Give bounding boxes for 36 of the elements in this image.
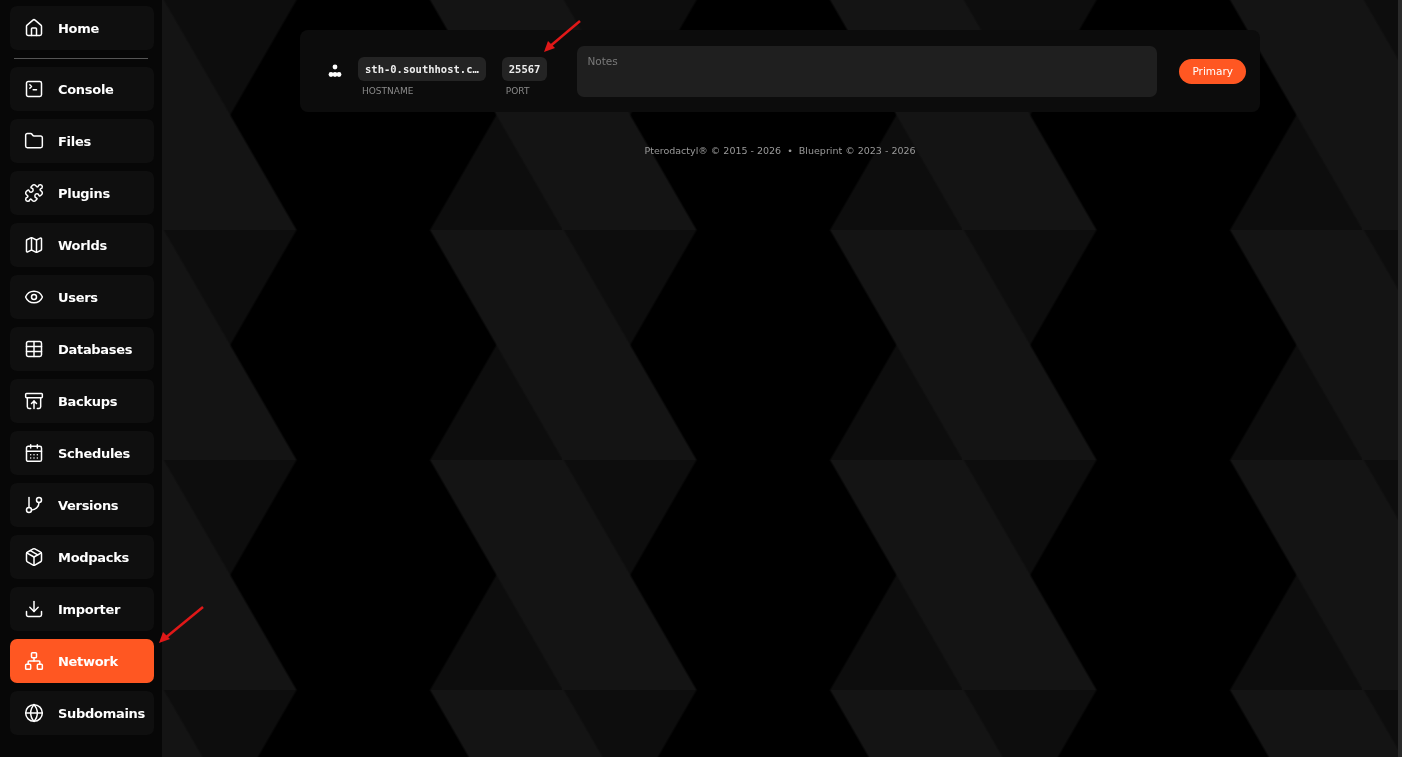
terminal-icon <box>24 79 44 99</box>
table-icon <box>24 339 44 359</box>
port-label: PORT <box>504 85 530 96</box>
archive-icon <box>24 391 44 411</box>
globe-icon <box>24 703 44 723</box>
network-icon <box>328 64 342 78</box>
sidebar-item[interactable]: Files <box>10 119 154 163</box>
hostname-value: sth-0.southhost.c… <box>358 56 486 81</box>
sidebar-item[interactable]: Home <box>10 6 154 50</box>
network-icon <box>24 651 44 671</box>
sidebar-item[interactable]: Console <box>10 67 154 111</box>
port-value: 25567 <box>501 56 548 81</box>
sidebar-item[interactable]: Importer <box>10 587 154 631</box>
house-icon <box>24 18 44 38</box>
sidebar-item[interactable]: Users <box>10 275 154 319</box>
sidebar-item[interactable]: Versions <box>10 483 154 527</box>
branch-icon <box>24 495 44 515</box>
notes-field[interactable]: Notes <box>577 45 1158 97</box>
hostname-label: HOSTNAME <box>361 85 414 96</box>
annotation-arrow-drawing <box>542 20 582 54</box>
annotation-arrow-drawing <box>156 605 206 645</box>
map-icon <box>24 235 44 255</box>
sidebar-item[interactable]: Schedules <box>10 431 154 475</box>
sidebar-item[interactable]: Plugins <box>10 171 154 215</box>
eye-icon <box>24 287 44 307</box>
sidebar-item[interactable]: Databases <box>10 327 154 371</box>
folder-icon <box>24 131 44 151</box>
sidebar-item[interactable]: Backups <box>10 379 154 423</box>
puzzle-icon <box>24 183 44 203</box>
sidebar-item[interactable]: Subdomains <box>10 691 154 735</box>
sidebar-item[interactable]: Worlds <box>10 223 154 267</box>
footer-text: Pterodactyl® © 2015 - 2026 • Blueprint © 2023 - 2026 <box>644 145 916 156</box>
box-icon <box>24 547 44 567</box>
calendar-icon <box>24 443 44 463</box>
download-icon <box>24 599 44 619</box>
sidebar-item[interactable]: Modpacks <box>10 535 154 579</box>
